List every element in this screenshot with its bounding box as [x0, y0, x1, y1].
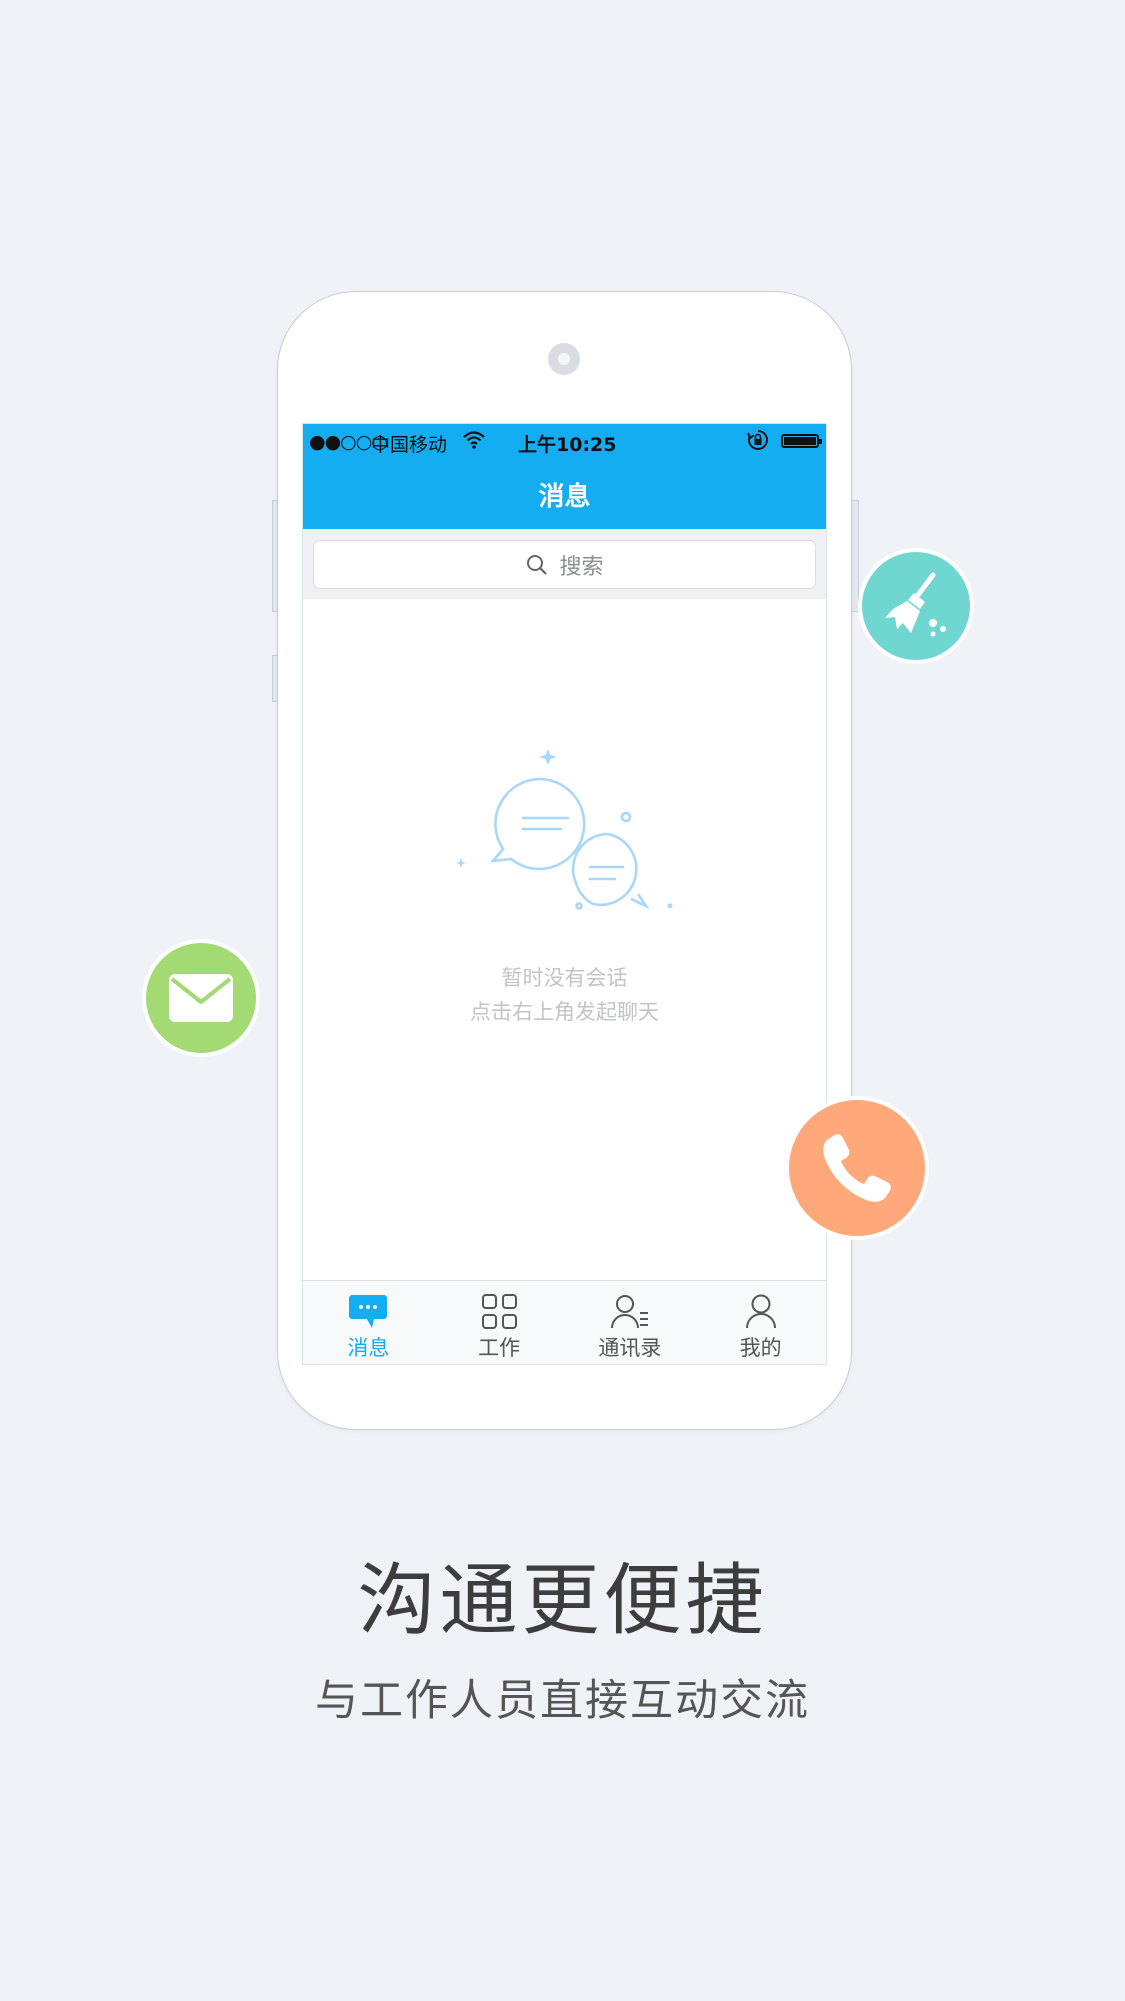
promo-subline: 与工作人员直接互动交流 [315, 1676, 810, 1726]
mail-icon [169, 974, 233, 1022]
profile-icon [745, 1294, 776, 1329]
tab-label: 消息 [347, 1336, 390, 1360]
nav-bar: 消息 [303, 459, 826, 529]
tab-label: 工作 [478, 1336, 521, 1360]
tab-contacts[interactable]: 通讯录 [565, 1281, 696, 1364]
empty-state-title: 暂时没有会话 [501, 966, 628, 990]
page-title: 消息 [538, 481, 591, 512]
empty-chat-icon [453, 749, 678, 933]
tab-label: 通讯录 [598, 1336, 662, 1360]
status-time: 上午10:25 [518, 434, 617, 456]
phone-icon [823, 1134, 891, 1202]
search-icon [527, 554, 548, 575]
search-bar: 搜索 [303, 529, 826, 599]
search-placeholder: 搜索 [559, 554, 604, 580]
rotation-lock-icon [746, 428, 770, 457]
tab-messages[interactable]: 消息 [303, 1281, 434, 1364]
phone-camera [548, 343, 580, 375]
tab-work[interactable]: 工作 [434, 1281, 565, 1364]
empty-state-hint: 点击右上角发起聊天 [470, 1000, 659, 1024]
status-bar: ●●○○○ 中国移动 上午10:25 [303, 424, 826, 459]
grid-icon [481, 1294, 517, 1329]
broom-badge [858, 548, 974, 664]
mail-badge [142, 939, 260, 1057]
search-input[interactable]: 搜索 [313, 540, 816, 589]
tab-profile[interactable]: 我的 [695, 1281, 826, 1364]
chat-icon [349, 1295, 388, 1328]
carrier-name: 中国移动 [371, 434, 448, 456]
battery-icon [781, 434, 822, 448]
phone-badge [785, 1096, 929, 1240]
tab-label: 我的 [739, 1336, 782, 1360]
phone-side-button [851, 500, 859, 612]
tab-bar: 消息 工作 通讯录 我的 [303, 1280, 826, 1364]
app-screen: ●●○○○ 中国移动 上午10:25 消息 搜索 暂时没有会话 点击右上角发起聊… [302, 423, 827, 1365]
contacts-icon [610, 1295, 648, 1329]
promo-headline: 沟通更便捷 [357, 1556, 768, 1646]
wifi-icon [463, 430, 485, 455]
broom-icon [885, 572, 946, 637]
